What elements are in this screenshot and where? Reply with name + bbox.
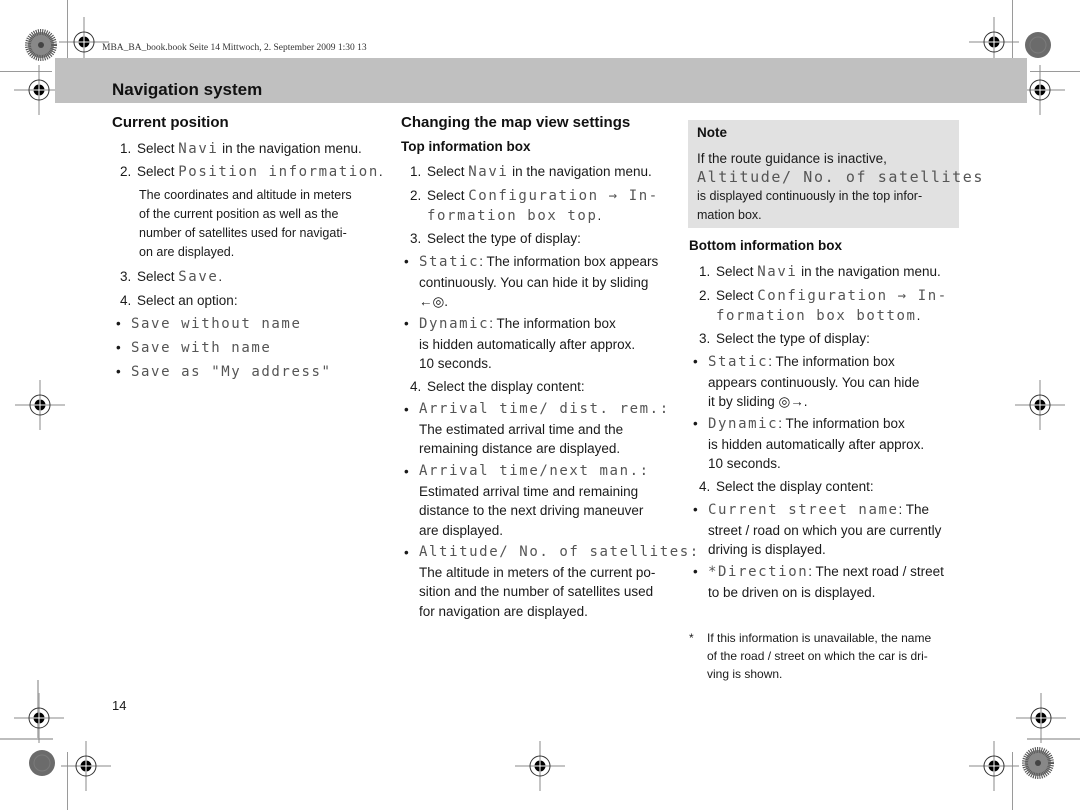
step-item: 1. Select Navi in the navigation menu. [699,264,941,280]
option-item: • Save with name [116,340,272,356]
step-description: The coordinates and altitude in meters o… [139,188,352,259]
display-type-item: • Static: The information box appears co… [693,352,919,412]
menu-term: formation box bottom [716,308,917,324]
option-item: • Save without name [116,316,302,332]
slide-right-icon: it by sliding ◎→. [708,394,808,409]
registration-mark-icon [60,740,112,792]
page-number: 14 [112,698,127,713]
step-item: 2. Select Position information. [120,164,383,180]
display-type-item: • Dynamic: The information box is hidden… [404,316,636,371]
menu-term: Configuration → In- [468,188,659,204]
menu-term: formation box top [427,208,598,224]
step-item: 4. Select the display content: [410,379,585,394]
registration-mark-icon [514,740,566,792]
display-type-item: • Dynamic: The information box is hidden… [693,416,925,471]
display-content-item: • Altitude/ No. of satellites: The altit… [404,544,700,619]
section-heading: Current position [112,114,229,131]
registration-mark-icon [1014,379,1066,431]
registration-mark-icon [13,692,65,744]
subsection-heading: Top information box [401,139,531,154]
step-item: 3. Select the type of display: [410,231,581,246]
starburst-target-icon [25,29,57,61]
starburst-target-icon [1022,747,1054,779]
section-heading: Changing the map view settings [401,114,631,131]
option-item: • Save as "My address" [116,364,332,380]
step-item: 2. Select Configuration → In- formation b… [410,188,659,224]
step-item: 4. Select the display content: [699,479,874,494]
footnote-marker: * [689,631,694,645]
menu-term: Save [178,269,219,285]
step-item: 3. Select Save. [120,269,223,285]
menu-term: Position information [178,164,379,180]
step-item: 1. Select Navi in the navigation menu. [410,164,652,180]
note-title: Note [697,125,727,140]
book-metadata: MBA_BA_book.book Seite 14 Mittwoch, 2. S… [102,43,367,53]
note-content: Note If the route guidance is inactive, … [697,125,985,222]
menu-term: Configuration → In- [757,288,948,304]
display-content-item: • Arrival time/next man.: Estimated arri… [404,463,650,538]
page-title: Navigation system [112,80,263,99]
display-type-item: • Static: The information box appears co… [404,252,658,312]
step-item: 2. Select Configuration → In- formation b… [699,288,948,324]
slide-left-icon: ←◎. [419,294,449,309]
grey-target-icon [1025,32,1051,58]
step-item: 3. Select the type of display: [699,331,870,346]
registration-mark-icon [968,740,1020,792]
registration-mark-icon [14,379,66,431]
grey-target-icon [29,750,55,776]
step-item: 4. Select an option: [120,293,238,308]
menu-term: Navi [178,141,219,157]
menu-term: Navi [757,264,798,280]
step-item: 1. Select Navi in the navigation menu. [120,141,362,157]
footnote: * If this information is unavailable, th… [689,631,932,681]
display-content-item: • Arrival time/ dist. rem.: The estimate… [404,401,670,456]
menu-term: Navi [468,164,509,180]
display-content-item: • Current street name: The street / road… [693,502,942,557]
subsection-heading: Bottom information box [689,238,842,253]
display-content-item: • *Direction: The next road / street to … [693,564,944,600]
registration-mark-icon [1015,692,1067,744]
